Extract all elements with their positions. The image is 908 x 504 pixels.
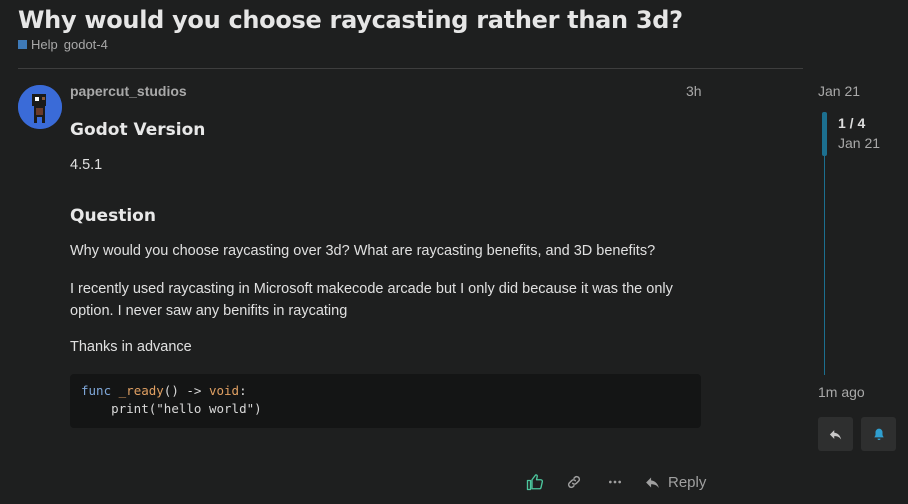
reply-label: Reply: [668, 473, 707, 491]
code-block[interactable]: func _ready() -> void: print("hello worl…: [70, 374, 701, 428]
code-line-1: func _ready() -> void:: [81, 383, 247, 398]
code-function-name: _ready: [118, 383, 164, 398]
copy-link-button[interactable]: [566, 470, 582, 494]
post-time[interactable]: 3h: [686, 83, 702, 99]
timeline-scrollbar-handle[interactable]: [822, 112, 827, 156]
like-button[interactable]: [526, 470, 544, 494]
topic-categories: Help godot-4: [18, 37, 108, 52]
topic-title[interactable]: Why would you choose raycasting rather t…: [18, 6, 683, 34]
timeline-position: 1 / 4: [838, 115, 866, 131]
reply-arrow-icon: [646, 477, 659, 488]
timeline-notification-button[interactable]: [861, 417, 896, 451]
link-icon: [567, 475, 581, 489]
post-heading-godot-version: Godot Version: [70, 120, 206, 140]
code-paren-close: ): [254, 401, 262, 416]
pixel-avatar-icon: [18, 85, 62, 129]
post-paragraph-2-line-1: I recently used raycasting in Microsoft …: [70, 281, 673, 297]
code-signature: () ->: [163, 383, 209, 398]
post-paragraph-3: Thanks in advance: [70, 339, 192, 355]
ellipsis-icon: [609, 480, 621, 484]
code-print-call: print: [111, 401, 149, 416]
timeline-end-label[interactable]: 1m ago: [818, 384, 865, 400]
timeline-reply-button[interactable]: [818, 417, 853, 451]
post-heading-question: Question: [70, 206, 156, 226]
code-line-2: print("hello world"): [81, 401, 262, 416]
bell-icon: [873, 428, 884, 440]
topic-divider: [18, 68, 803, 69]
reply-arrow-icon: [829, 429, 842, 439]
timeline-position-date: Jan 21: [838, 135, 881, 151]
code-return-type: void: [208, 383, 240, 398]
reply-button[interactable]: Reply: [644, 470, 706, 494]
code-colon: :: [239, 383, 247, 398]
category-label: Help: [31, 37, 58, 52]
category-badge[interactable]: Help: [18, 37, 58, 52]
post-username[interactable]: papercut_studios: [70, 83, 187, 99]
post-version: 4.5.1: [70, 157, 103, 173]
post-paragraph-1: Why would you choose raycasting over 3d?…: [70, 243, 656, 259]
timeline-start-date[interactable]: Jan 21: [818, 83, 860, 99]
avatar[interactable]: [18, 85, 62, 129]
code-string: "hello world": [156, 401, 255, 416]
thumbs-up-icon: [526, 474, 544, 491]
tag-godot-4[interactable]: godot-4: [64, 37, 108, 52]
post-paragraph-2-line-2: option. I never saw any benifits in rayc…: [70, 303, 348, 319]
category-color-swatch: [18, 40, 27, 49]
code-keyword-func: func: [81, 383, 112, 398]
more-actions-button[interactable]: [607, 470, 623, 494]
